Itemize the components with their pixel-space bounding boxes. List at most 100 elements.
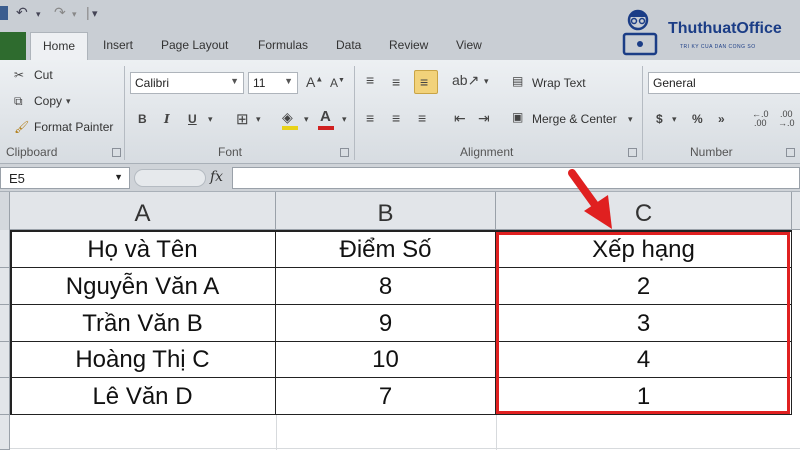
format-painter-button[interactable]: Format Painter xyxy=(34,120,113,134)
table-cell[interactable]: Điểm Số xyxy=(276,230,496,268)
align-middle-icon[interactable]: ≡ xyxy=(392,74,400,90)
number-launcher-icon[interactable] xyxy=(786,148,795,157)
number-format-select[interactable]: General xyxy=(648,72,800,94)
increase-indent-icon[interactable]: ⇥ xyxy=(478,110,490,127)
ribbon: ✂ Cut ⧉ Copy ▾ 🖌 Format Painter Clipboar… xyxy=(0,60,800,164)
row-header[interactable] xyxy=(0,378,10,415)
percent-button[interactable]: % xyxy=(692,112,703,126)
shrink-font-icon[interactable]: A▼ xyxy=(330,76,345,90)
tab-view[interactable]: View xyxy=(456,38,482,52)
font-color-dropdown-icon[interactable]: ▾ xyxy=(342,114,347,125)
row-header[interactable] xyxy=(0,305,10,342)
group-separator xyxy=(354,66,355,160)
align-left-icon[interactable]: ≡ xyxy=(366,110,374,126)
undo-dropdown-icon[interactable]: ▾ xyxy=(36,9,41,20)
grow-font-icon[interactable]: A▲ xyxy=(306,74,323,90)
formula-splitter[interactable] xyxy=(134,169,206,187)
borders-dropdown-icon[interactable]: ▾ xyxy=(256,114,261,125)
row-header[interactable] xyxy=(0,415,10,450)
font-name-select[interactable]: Calibri ▼ xyxy=(130,72,244,94)
formula-input[interactable] xyxy=(232,167,800,189)
decrease-indent-icon[interactable]: ⇤ xyxy=(454,110,466,127)
column-header-c[interactable]: C xyxy=(496,192,792,230)
row-header[interactable] xyxy=(0,342,10,378)
merge-dropdown-icon[interactable]: ▾ xyxy=(628,114,633,125)
currency-button[interactable]: $ xyxy=(656,112,663,126)
row-header[interactable] xyxy=(0,230,10,268)
undo-icon[interactable]: ↶ xyxy=(16,4,28,21)
column-header-a[interactable]: A xyxy=(10,192,276,230)
tab-formulas[interactable]: Formulas xyxy=(258,38,308,52)
column-header-b[interactable]: B xyxy=(276,192,496,230)
merge-center-icon[interactable]: ▣ xyxy=(512,110,523,124)
alignment-launcher-icon[interactable] xyxy=(628,148,637,157)
borders-icon[interactable]: ⊞ xyxy=(236,110,249,128)
tab-page-layout[interactable]: Page Layout xyxy=(161,38,228,52)
chevron-down-icon: ▼ xyxy=(230,76,239,86)
align-right-icon[interactable]: ≡ xyxy=(418,110,426,126)
redo-dropdown-icon[interactable]: ▾ xyxy=(72,9,77,20)
table-cell[interactable]: Trần Văn B xyxy=(10,305,276,342)
table-cell[interactable]: 8 xyxy=(276,268,496,305)
table-cell[interactable]: Nguyễn Văn A xyxy=(10,268,276,305)
table-cell[interactable]: 7 xyxy=(276,378,496,415)
align-bottom-icon: ≡ xyxy=(420,74,429,90)
select-all-corner[interactable] xyxy=(0,192,10,230)
wrap-text-icon[interactable]: ▤ xyxy=(512,74,523,88)
table-cell[interactable]: Hoàng Thị C xyxy=(10,342,276,378)
customize-toolbar-icon[interactable]: ▾ xyxy=(92,7,98,20)
gridline xyxy=(496,415,497,450)
font-color-swatch xyxy=(318,126,334,130)
logo-tagline: TRI KY CUA DAN CONG SO xyxy=(680,44,756,50)
currency-dropdown-icon[interactable]: ▾ xyxy=(672,114,677,125)
orientation-icon[interactable]: ab↗ xyxy=(452,72,479,89)
red-arrow-icon xyxy=(568,169,612,229)
gridline xyxy=(276,415,277,450)
insert-function-button[interactable]: fx xyxy=(210,169,223,185)
table-cell[interactable]: Họ và Tên xyxy=(10,230,276,268)
fill-color-icon[interactable]: ◈ xyxy=(282,109,293,126)
tab-data[interactable]: Data xyxy=(336,38,361,52)
scissors-icon[interactable]: ✂ xyxy=(14,68,24,82)
person-laptop-icon xyxy=(622,9,658,56)
wrap-text-button[interactable]: Wrap Text xyxy=(532,76,586,90)
fill-dropdown-icon[interactable]: ▾ xyxy=(304,114,309,125)
font-color-icon[interactable]: A xyxy=(320,108,331,125)
table-cell[interactable]: Lê Văn D xyxy=(10,378,276,415)
align-top-icon[interactable]: ≡ xyxy=(366,72,374,88)
orientation-dropdown-icon[interactable]: ▾ xyxy=(484,76,489,87)
toolbar-separator: | xyxy=(86,4,90,20)
save-icon[interactable] xyxy=(0,6,8,20)
column-header-row: A B C xyxy=(0,192,800,230)
italic-button[interactable]: I xyxy=(164,112,170,126)
bold-button[interactable]: B xyxy=(138,112,147,126)
tab-review[interactable]: Review xyxy=(389,38,428,52)
table-cell[interactable]: 10 xyxy=(276,342,496,378)
clipboard-launcher-icon[interactable] xyxy=(112,148,121,157)
tab-insert[interactable]: Insert xyxy=(103,38,133,52)
font-launcher-icon[interactable] xyxy=(340,148,349,157)
number-group-label: Number xyxy=(690,145,733,159)
font-size-select[interactable]: 11 ▼ xyxy=(248,72,298,94)
name-box[interactable]: E5 ▼ xyxy=(0,167,130,189)
table-cell[interactable]: 9 xyxy=(276,305,496,342)
row-header[interactable] xyxy=(0,268,10,305)
paintbrush-icon[interactable]: 🖌 xyxy=(14,120,29,134)
increase-decimal-icon[interactable]: ←.0.00 xyxy=(752,110,769,128)
tab-home[interactable]: Home xyxy=(30,32,89,60)
font-size-value: 11 xyxy=(253,76,266,90)
cut-button[interactable]: Cut xyxy=(34,68,53,82)
copy-button[interactable]: Copy xyxy=(34,94,62,108)
align-center-icon[interactable]: ≡ xyxy=(392,110,400,126)
copy-icon[interactable]: ⧉ xyxy=(14,94,23,109)
redo-icon[interactable]: ↷ xyxy=(54,4,66,21)
fill-color-swatch xyxy=(282,126,298,130)
file-tab[interactable] xyxy=(0,32,26,60)
comma-style-button[interactable]: » xyxy=(718,112,725,126)
merge-center-button[interactable]: Merge & Center xyxy=(532,112,617,126)
underline-button[interactable]: U xyxy=(188,112,197,126)
decrease-decimal-icon[interactable]: .00 →.0 xyxy=(778,110,795,128)
underline-dropdown-icon[interactable]: ▾ xyxy=(208,114,213,125)
copy-dropdown-icon[interactable]: ▾ xyxy=(66,96,71,107)
name-box-value: E5 xyxy=(9,171,25,186)
